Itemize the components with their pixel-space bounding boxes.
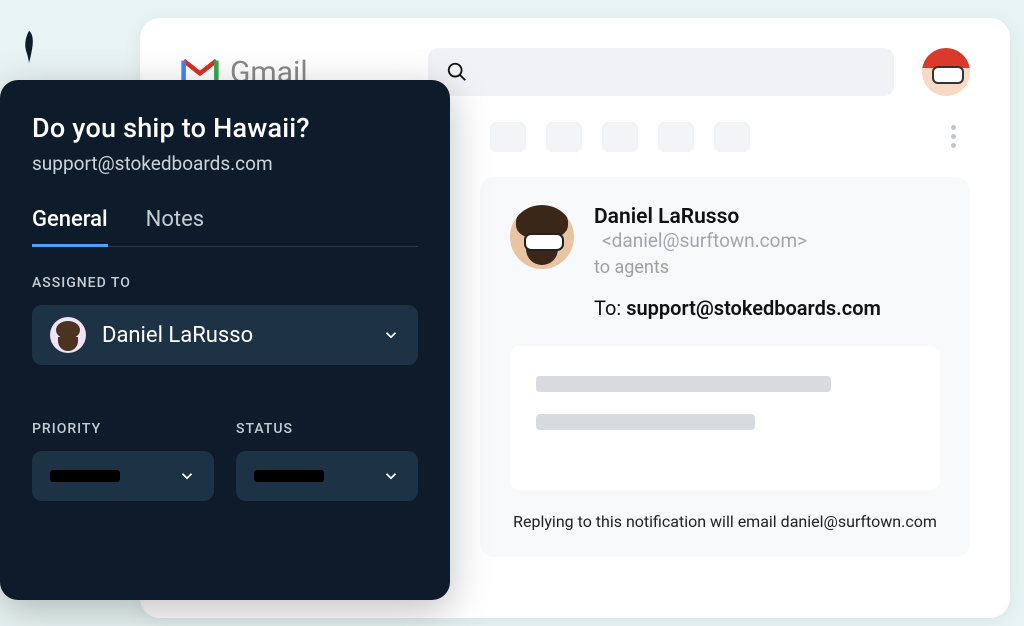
account-avatar[interactable] [922,48,970,96]
status-label: STATUS [236,421,418,437]
assigned-to-select[interactable]: Daniel LaRusso [32,305,418,365]
ticket-tabs: General Notes [32,207,418,247]
to-line: To: support@stokedboards.com [594,296,940,320]
status-value [254,470,324,482]
sender-avatar [510,205,574,269]
ticket-panel: Do you ship to Hawaii? support@stokedboa… [0,80,450,600]
sender-line: Daniel LaRusso <daniel@surftown.com> [594,205,940,253]
sender-email: <daniel@surftown.com> [602,229,807,252]
search-input[interactable] [428,48,894,96]
priority-select[interactable] [32,451,214,501]
tab-notes[interactable]: Notes [146,207,204,246]
toolbar-button[interactable] [546,122,582,152]
app-logo [20,28,38,66]
toolbar-button[interactable] [490,122,526,152]
reply-note: Replying to this notification will email… [510,512,940,531]
to-address: support@stokedboards.com [626,296,881,320]
chevron-down-icon [178,467,196,485]
toolbar-button[interactable] [714,122,750,152]
assignee-name: Daniel LaRusso [102,323,366,348]
assignee-avatar [50,317,86,353]
sender-name: Daniel LaRusso [594,205,739,229]
assigned-to-label: ASSIGNED TO [32,275,418,291]
chevron-down-icon [382,326,400,344]
email-body [510,346,940,490]
email-pane: Daniel LaRusso <daniel@surftown.com> to … [480,177,970,557]
status-select[interactable] [236,451,418,501]
toolbar-button[interactable] [658,122,694,152]
priority-label: PRIORITY [32,421,214,437]
ticket-subtitle: support@stokedboards.com [32,152,418,175]
tab-general[interactable]: General [32,207,108,247]
search-icon [446,61,468,83]
body-placeholder-line [536,376,831,392]
to-label: To: [594,296,626,320]
email-header: Daniel LaRusso <daniel@surftown.com> to … [510,205,940,320]
chevron-down-icon [382,467,400,485]
ticket-title: Do you ship to Hawaii? [32,112,418,144]
recipients-label: to agents [594,257,940,278]
toolbar-button[interactable] [602,122,638,152]
more-menu-icon[interactable] [947,121,960,152]
body-placeholder-line [536,414,755,430]
priority-value [50,470,120,482]
